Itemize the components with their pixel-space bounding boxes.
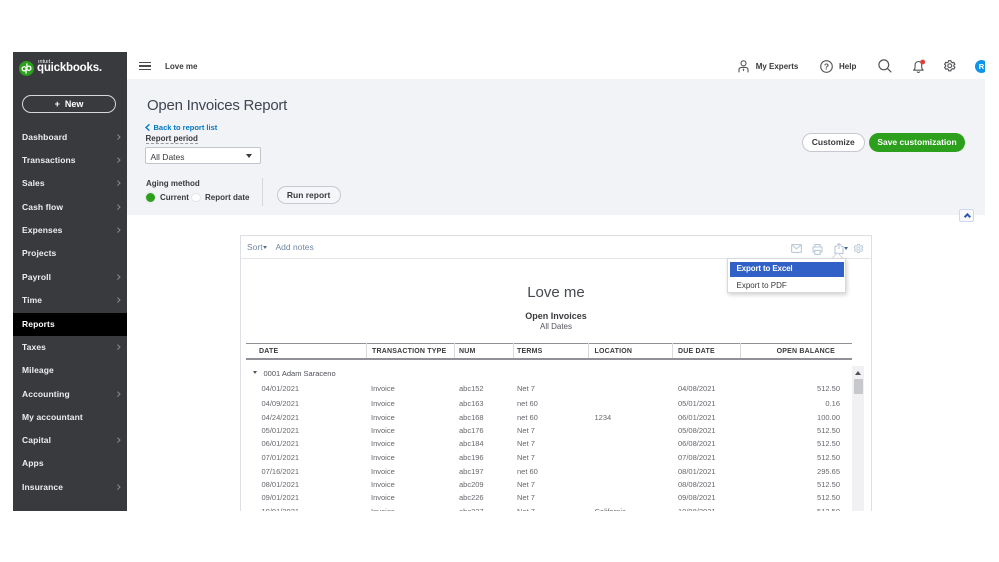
svg-text:?: ?	[824, 61, 829, 71]
